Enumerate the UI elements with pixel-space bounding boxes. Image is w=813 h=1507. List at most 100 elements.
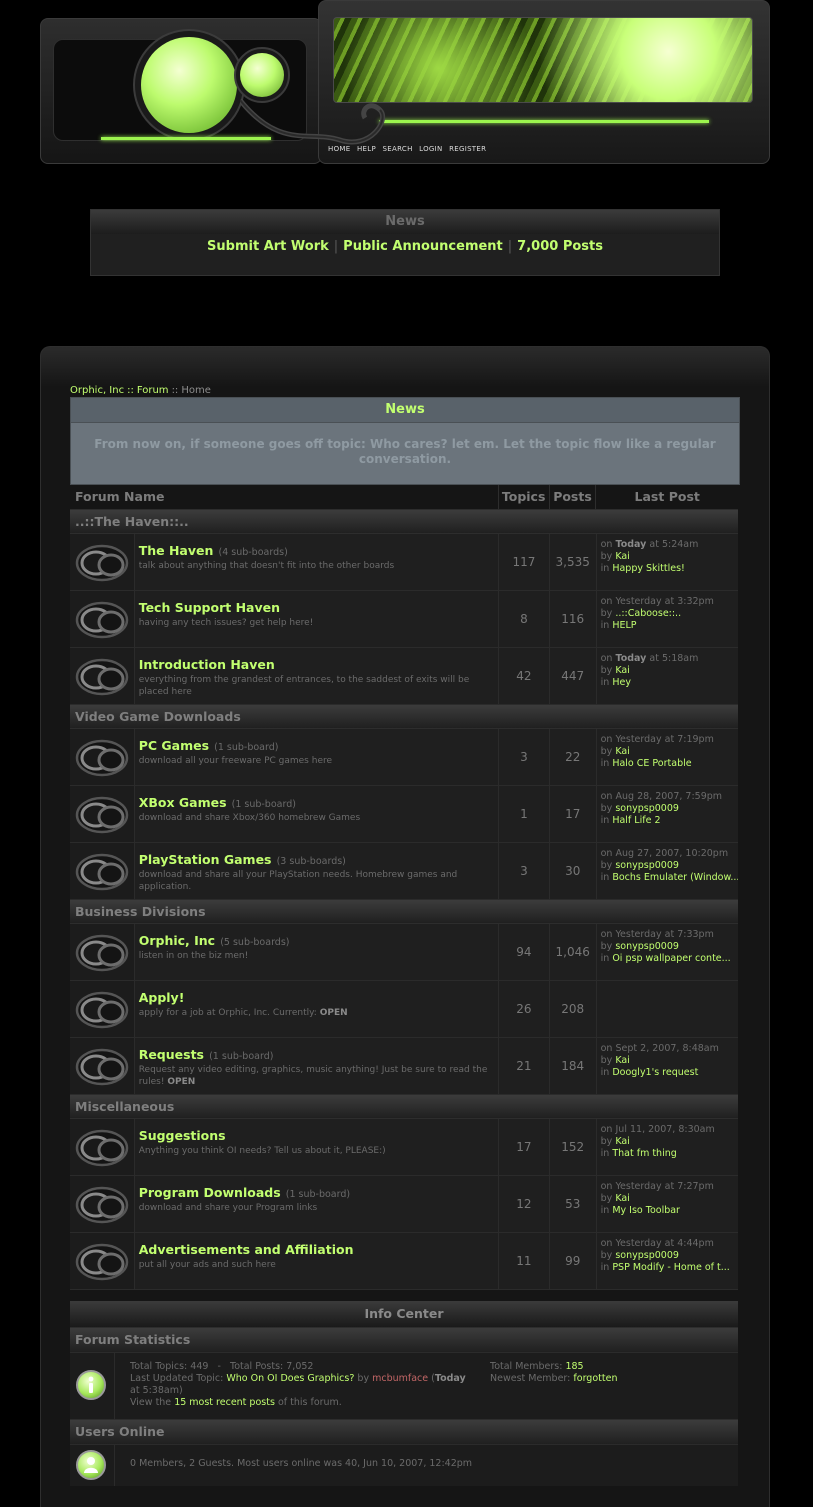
last-post-topic-link[interactable]: Oi psp wallpaper conte... [612, 953, 730, 964]
last-post-topic-link[interactable]: My Iso Toolbar [612, 1205, 680, 1216]
board-subboards: (3 sub-boards) [276, 856, 346, 867]
board-description: having any tech issues? get help here! [139, 617, 494, 629]
board-name-link[interactable]: XBox Games [139, 795, 227, 810]
board-description: Anything you think OI needs? Tell us abo… [139, 1145, 494, 1157]
nav-search-link[interactable]: SEARCH [383, 145, 413, 153]
last-post-user-link[interactable]: sonypsp0009 [615, 941, 679, 952]
board-last-post: on Aug 27, 2007, 10:20pm by sonypsp0009 … [597, 843, 738, 899]
last-post-in-label: in [600, 758, 610, 769]
board-posts: 53 [550, 1176, 597, 1232]
last-post-user-link[interactable]: ..::Caboose::.. [615, 608, 681, 619]
last-updated-user-link[interactable]: mcbumface [372, 1373, 428, 1384]
last-post-user-link[interactable]: Kai [615, 746, 630, 757]
col-posts: Posts [550, 485, 597, 509]
last-post-user-link[interactable]: Kai [615, 1193, 630, 1204]
board-name-link[interactable]: PC Games [139, 738, 209, 753]
breadcrumb-separator: :: [171, 385, 179, 396]
last-post-user-link[interactable]: Kai [615, 1136, 630, 1147]
last-post-by-label: by [600, 803, 613, 814]
last-post-user-link[interactable]: Kai [615, 551, 630, 562]
board-name-link[interactable]: Suggestions [139, 1128, 226, 1143]
board-posts: 1,046 [550, 924, 597, 980]
last-post-by-label: by [600, 665, 613, 676]
category-header: Miscellaneous [70, 1095, 738, 1119]
board-description-text: Anything you think OI needs? Tell us abo… [138, 1146, 386, 1156]
last-post-time: Yesterday at 4:44pm [615, 1238, 714, 1249]
board-name-link[interactable]: The Haven [139, 543, 214, 558]
newest-member-link[interactable]: forgotten [573, 1373, 617, 1384]
board-row: PC Games (1 sub-board) download all your… [70, 729, 738, 786]
view-prefix: View the [130, 1397, 172, 1408]
last-post-topic-link[interactable]: Bochs Emulater (Window... [612, 872, 738, 883]
board-topics: 3 [499, 843, 550, 899]
board-name-link[interactable]: Apply! [139, 990, 185, 1005]
last-post-in-label: in [600, 953, 610, 964]
board-description: everything from the grandest of entrance… [139, 674, 494, 698]
public-announcement-link[interactable]: Public Announcement [343, 239, 503, 254]
last-post-topic-link[interactable]: Hey [612, 677, 631, 688]
posts-milestone-link[interactable]: 7,000 Posts [517, 239, 603, 254]
board-info: PlayStation Games (3 sub-boards) downloa… [135, 843, 500, 899]
last-post-by-label: by [600, 608, 613, 619]
last-post-topic-link[interactable]: HELP [612, 620, 636, 631]
board-posts: 184 [550, 1038, 597, 1094]
board-name-link[interactable]: Requests [139, 1047, 204, 1062]
board-row: Introduction Haven everything from the g… [70, 648, 738, 705]
nav-login-link[interactable]: LOGIN [419, 145, 442, 153]
board-posts: 3,535 [550, 534, 597, 590]
board-name-link[interactable]: Introduction Haven [139, 657, 275, 672]
breadcrumb-site-link[interactable]: Orphic, Inc [70, 385, 124, 396]
member-stats: Total Members: 185 Newest Member: forgot… [475, 1353, 617, 1419]
total-members-label: Total Members: [490, 1361, 563, 1372]
board-name-link[interactable]: Program Downloads [139, 1185, 281, 1200]
board-row: Advertisements and Affiliation put all y… [70, 1233, 738, 1290]
site-header: HOME HELP SEARCH LOGIN REGISTER [40, 0, 770, 165]
nav-home-link[interactable]: HOME [328, 145, 350, 153]
last-post-by-label: by [600, 1136, 613, 1147]
nav-register-link[interactable]: REGISTER [449, 145, 486, 153]
submit-art-work-link[interactable]: Submit Art Work [207, 239, 329, 254]
last-post-topic-link[interactable]: Halo CE Portable [612, 758, 691, 769]
board-description: download and share your Program links [139, 1202, 494, 1214]
board-subboards: (1 sub-board) [209, 1051, 274, 1062]
last-post-date: Today [615, 653, 647, 664]
last-post-user-link[interactable]: Kai [615, 665, 630, 676]
board-topics: 17 [499, 1119, 550, 1175]
last-post-date: Today [615, 539, 647, 550]
last-post-user-link[interactable]: sonypsp0009 [615, 803, 679, 814]
last-post-user-link[interactable]: Kai [615, 1055, 630, 1066]
breadcrumb-forum-link[interactable]: Forum [137, 385, 169, 396]
board-info: Introduction Haven everything from the g… [135, 648, 500, 704]
last-updated-topic-link[interactable]: Who On OI Does Graphics? [226, 1373, 354, 1384]
total-topics-label: Total Topics: [130, 1361, 188, 1372]
last-post-on: on [600, 653, 613, 664]
last-post-by-label: by [600, 860, 613, 871]
last-post-topic-link[interactable]: PSP Modify - Home of t... [612, 1262, 730, 1273]
board-name-link[interactable]: Orphic, Inc [139, 933, 215, 948]
board-subboards: (1 sub-board) [231, 799, 296, 810]
last-post-topic-link[interactable]: Happy Skittles! [612, 563, 685, 574]
recent-posts-link[interactable]: 15 most recent posts [174, 1397, 275, 1408]
category-header: Business Divisions [70, 900, 738, 924]
board-name-link[interactable]: PlayStation Games [139, 852, 272, 867]
last-post-topic-link[interactable]: That fm thing [612, 1148, 676, 1159]
last-post-topic-link[interactable]: Doogly1's request [612, 1067, 698, 1078]
board-info: Orphic, Inc (5 sub-boards) listen in on … [135, 924, 500, 980]
board-name-link[interactable]: Tech Support Haven [139, 600, 280, 615]
last-post-user-link[interactable]: sonypsp0009 [615, 1250, 679, 1261]
last-post-user-link[interactable]: sonypsp0009 [615, 860, 679, 871]
last-post-time: Jul 11, 2007, 8:30am [615, 1124, 715, 1135]
nav-help-link[interactable]: HELP [357, 145, 376, 153]
board-icon-cell [70, 591, 135, 647]
board-icon-cell [70, 1038, 135, 1094]
board-icon-cell [70, 981, 135, 1037]
last-post-topic-link[interactable]: Half Life 2 [612, 815, 660, 826]
board-description-text: download and share all your PlayStation … [138, 870, 458, 892]
board-name-link[interactable]: Advertisements and Affiliation [139, 1242, 354, 1257]
total-members-value: 185 [565, 1361, 584, 1372]
board-topics: 12 [499, 1176, 550, 1232]
stats-text: Total Topics: 449 - Total Posts: 7,052 L… [115, 1353, 475, 1419]
board-icon-cell [70, 843, 135, 899]
board-posts: 17 [550, 786, 597, 842]
info-icon [76, 1370, 106, 1400]
